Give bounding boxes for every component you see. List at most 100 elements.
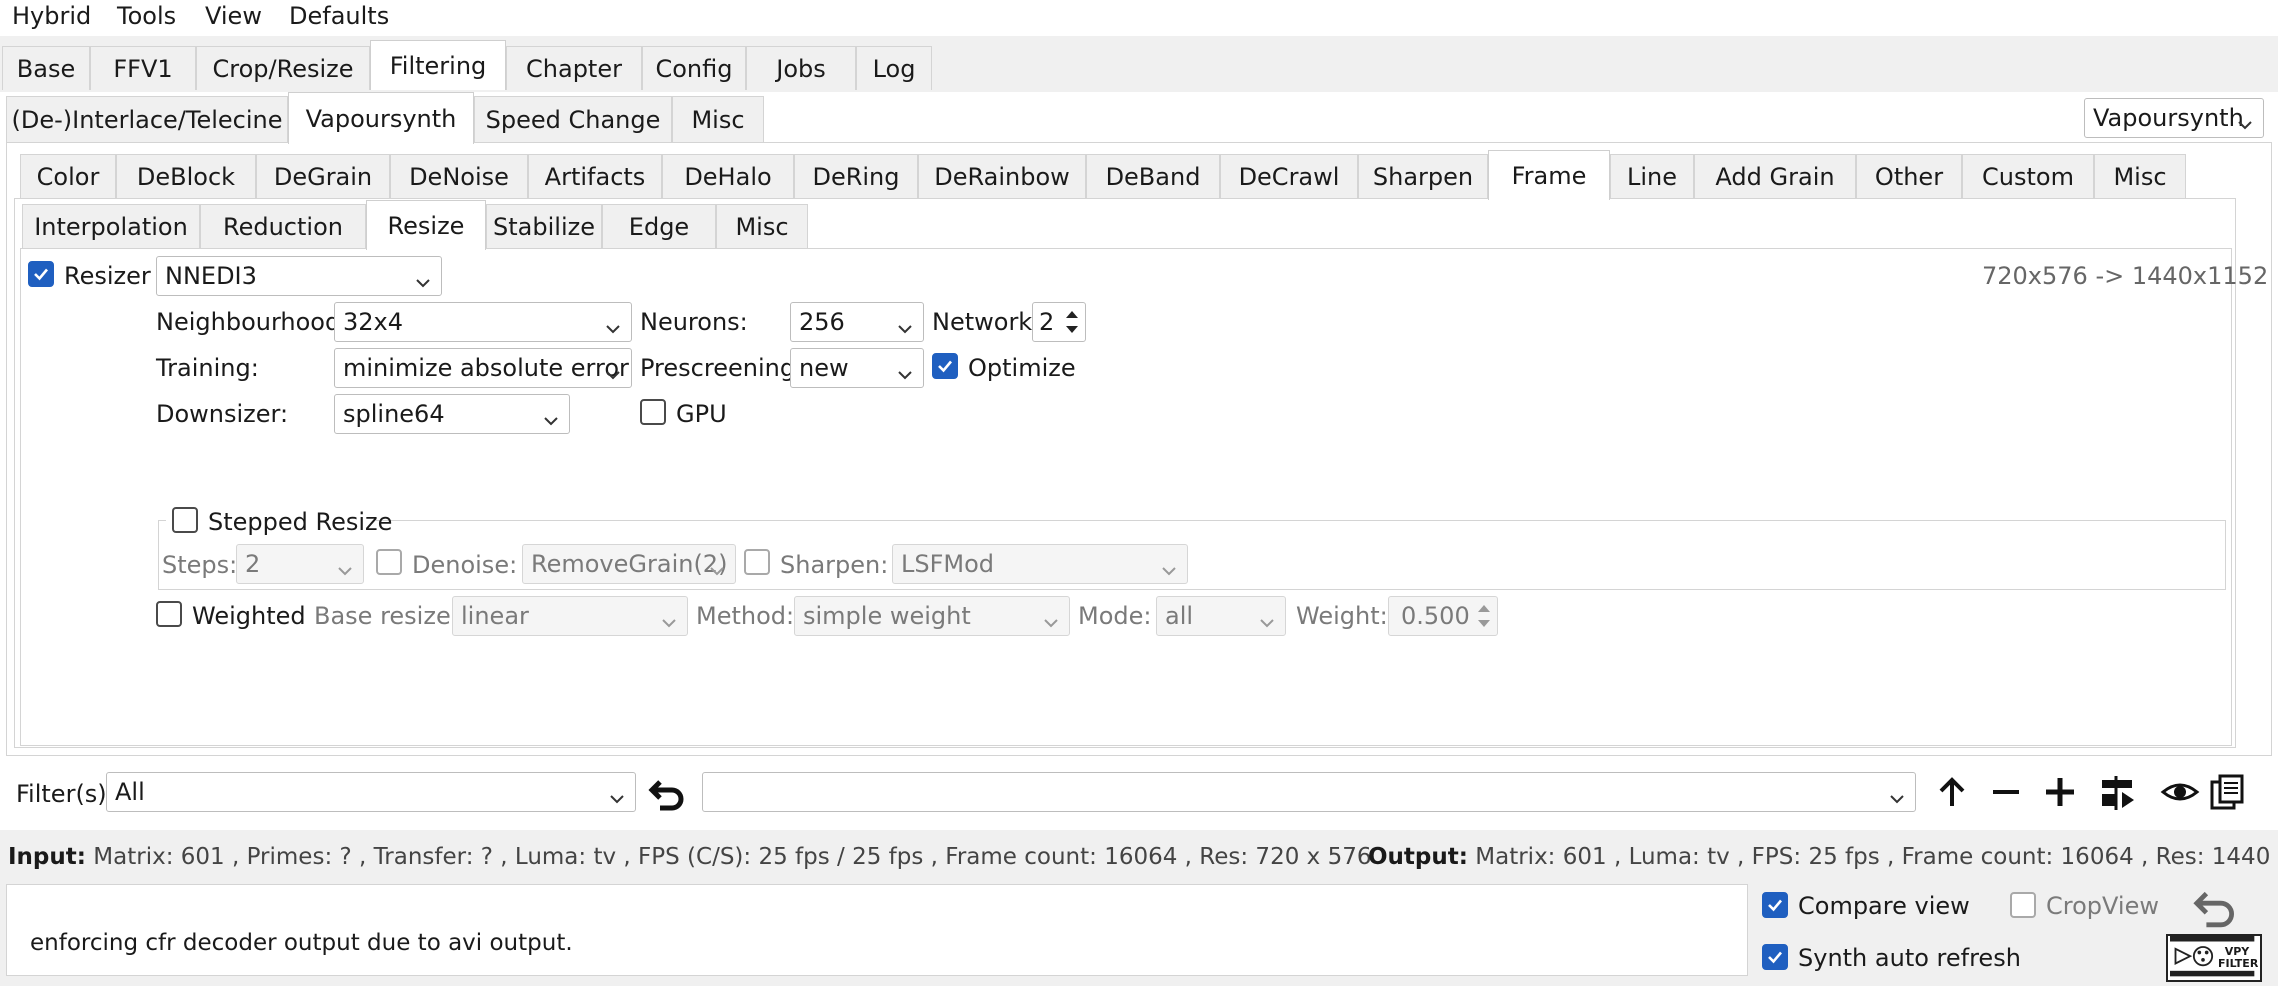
stepped-resize-checkbox[interactable]	[172, 507, 198, 533]
network-spinbox[interactable]: 2	[1032, 302, 1086, 342]
filters-select[interactable]: All	[106, 772, 636, 812]
prescreening-label: Prescreening:	[640, 354, 804, 382]
tab-edge[interactable]: Edge	[602, 204, 716, 248]
tab-deblock[interactable]: DeBlock	[116, 154, 256, 198]
menu-tools[interactable]: Tools	[117, 2, 176, 30]
neighbourhood-select[interactable]: 32x4	[334, 302, 632, 342]
tab-decrawl[interactable]: DeCrawl	[1220, 154, 1358, 198]
tab-log[interactable]: Log	[856, 46, 932, 90]
resizer-checkbox[interactable]	[28, 261, 54, 287]
tab-custom[interactable]: Custom	[1962, 154, 2094, 198]
downsizer-select[interactable]: spline64	[334, 394, 570, 434]
tab-chapter[interactable]: Chapter	[506, 46, 642, 90]
tab-crop-resize[interactable]: Crop/Resize	[196, 46, 370, 90]
resizer-label: Resizer	[64, 262, 151, 290]
resizer-select[interactable]: NNEDI3	[156, 256, 442, 296]
vpy-logo-text: VPY FILTER	[2218, 945, 2259, 970]
sharpen-select[interactable]: LSFMod	[892, 544, 1188, 584]
filter-order-icon[interactable]	[2098, 772, 2138, 812]
gpu-label: GPU	[676, 400, 727, 428]
mode-select[interactable]: all	[1156, 596, 1286, 636]
base-resizer-select[interactable]: linear	[452, 596, 688, 636]
remove-icon[interactable]	[1986, 772, 2026, 812]
preview-eye-icon[interactable]	[2160, 772, 2200, 812]
crop-view-checkbox[interactable]	[2010, 892, 2036, 918]
tab-jobs[interactable]: Jobs	[746, 46, 856, 90]
prescreening-select[interactable]: new	[790, 348, 924, 388]
chevron-down-icon	[413, 266, 433, 288]
tab-interpolation[interactable]: Interpolation	[22, 204, 200, 248]
chevron-down-icon	[1887, 782, 1907, 804]
undo-icon[interactable]	[648, 772, 688, 812]
engine-select[interactable]: Vapoursynth	[2084, 98, 2264, 138]
tab-artifacts[interactable]: Artifacts	[528, 154, 662, 198]
tab-base[interactable]: Base	[2, 46, 90, 90]
tab-ffv1[interactable]: FFV1	[90, 46, 196, 90]
denoise-checkbox[interactable]	[376, 549, 402, 575]
tab-deinterlace[interactable]: (De-)Interlace/Telecine	[6, 96, 288, 142]
tab-reduction[interactable]: Reduction	[200, 204, 366, 248]
output-status-label: Output:	[1368, 844, 1468, 870]
tab-dering[interactable]: DeRing	[794, 154, 918, 198]
chevron-down-icon	[1041, 606, 1061, 628]
chevron-down-icon	[2235, 108, 2255, 130]
add-icon[interactable]	[2040, 772, 2080, 812]
refresh-undo-icon[interactable]	[2192, 884, 2240, 932]
weight-spinbox[interactable]: 0.500	[1388, 596, 1498, 636]
output-status-value: Matrix: 601 , Luma: tv , FPS: 25 fps , F…	[1475, 844, 2278, 870]
tab-line[interactable]: Line	[1610, 154, 1694, 198]
tab-frame[interactable]: Frame	[1488, 150, 1610, 200]
compare-view-label: Compare view	[1798, 892, 1970, 920]
stepped-resize-label: Stepped Resize	[208, 508, 393, 536]
network-label: Network	[932, 308, 1033, 336]
spin-arrows-icon[interactable]	[1473, 599, 1495, 633]
menu-view[interactable]: View	[205, 2, 262, 30]
tab-speed-change[interactable]: Speed Change	[474, 96, 672, 142]
tab-config[interactable]: Config	[642, 46, 746, 90]
menu-defaults[interactable]: Defaults	[289, 2, 389, 30]
chevron-down-icon	[707, 554, 727, 576]
tab-vs-misc[interactable]: Misc	[2094, 154, 2186, 198]
method-select[interactable]: simple weight	[794, 596, 1070, 636]
tab-filter-misc[interactable]: Misc	[672, 96, 764, 142]
tab-denoise[interactable]: DeNoise	[390, 154, 528, 198]
tab-vapoursynth[interactable]: Vapoursynth	[288, 92, 474, 144]
method-label: Method:	[696, 602, 795, 630]
tab-stabilize[interactable]: Stabilize	[486, 204, 602, 248]
compare-view-checkbox[interactable]	[1762, 892, 1788, 918]
steps-select[interactable]: 2	[236, 544, 364, 584]
crop-view-label: CropView	[2046, 892, 2159, 920]
training-value: minimize absolute error	[343, 354, 629, 382]
denoise-select[interactable]: RemoveGrain(2)	[522, 544, 736, 584]
tab-color[interactable]: Color	[20, 154, 116, 198]
copy-script-icon[interactable]	[2208, 772, 2248, 812]
gpu-checkbox[interactable]	[640, 399, 666, 425]
tab-dehalo[interactable]: DeHalo	[662, 154, 794, 198]
steps-value: 2	[245, 550, 261, 578]
chevron-down-icon	[603, 358, 623, 380]
training-select[interactable]: minimize absolute error	[334, 348, 632, 388]
tab-sharpen[interactable]: Sharpen	[1358, 154, 1488, 198]
tab-deband[interactable]: DeBand	[1086, 154, 1220, 198]
vpy-filter-logo[interactable]: VPY FILTER	[2166, 934, 2262, 982]
weighted-checkbox[interactable]	[156, 601, 182, 627]
synth-refresh-checkbox[interactable]	[1762, 944, 1788, 970]
move-up-icon[interactable]	[1932, 772, 1972, 812]
tab-degrain[interactable]: DeGrain	[256, 154, 390, 198]
tab-resize[interactable]: Resize	[366, 200, 486, 250]
neurons-select[interactable]: 256	[790, 302, 924, 342]
tab-other[interactable]: Other	[1856, 154, 1962, 198]
steps-label: Steps:	[162, 551, 238, 579]
sharpen-checkbox[interactable]	[744, 549, 770, 575]
menu-hybrid[interactable]: Hybrid	[12, 2, 91, 30]
filter-script-select[interactable]	[702, 772, 1916, 812]
tab-frame-misc[interactable]: Misc	[716, 204, 808, 248]
filters-label: Filter(s):	[16, 780, 115, 808]
tab-filtering[interactable]: Filtering	[370, 40, 506, 90]
tab-add-grain[interactable]: Add Grain	[1694, 154, 1856, 198]
optimize-checkbox[interactable]	[932, 353, 958, 379]
spin-arrows-icon[interactable]	[1061, 305, 1083, 339]
tab-derainbow[interactable]: DeRainbow	[918, 154, 1086, 198]
optimize-label: Optimize	[968, 354, 1076, 382]
mode-value: all	[1165, 602, 1194, 630]
